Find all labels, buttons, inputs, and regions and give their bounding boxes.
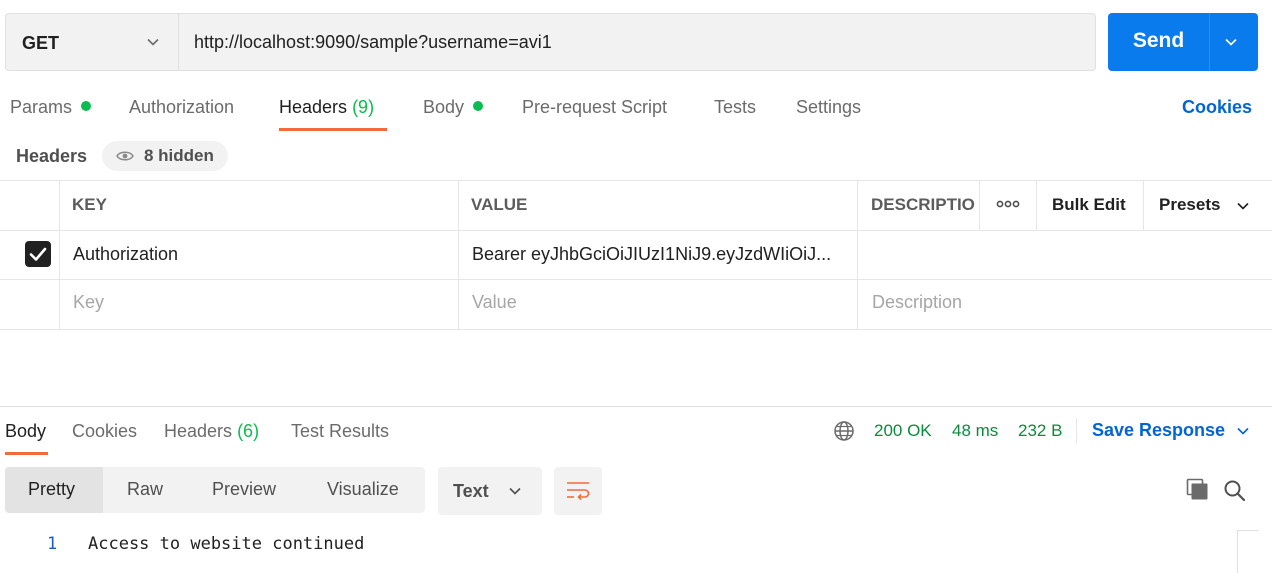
wrap-icon [566,480,590,502]
table-border [0,329,1272,330]
view-pretty-button[interactable]: Pretty [5,467,103,513]
table-border [0,279,1272,280]
search-icon[interactable] [1223,479,1247,503]
copy-icon[interactable] [1186,478,1210,502]
line-number: 1 [47,534,58,554]
tab-params[interactable]: Params [10,97,92,118]
pane-divider[interactable] [0,406,1272,407]
hidden-headers-toggle[interactable]: 8 hidden [102,141,228,171]
params-indicator-dot [81,101,92,111]
chevron-down-icon [146,35,160,49]
response-size[interactable]: 232 B [1018,421,1062,441]
tab-authorization[interactable]: Authorization [129,97,234,118]
response-time[interactable]: 48 ms [952,421,998,441]
status-divider [1076,418,1077,444]
response-headers-count: (6) [237,421,260,441]
new-key-input[interactable]: Key [73,292,104,313]
url-text: http://localhost:9090/sample?username=av… [194,32,552,52]
eye-icon [116,150,134,162]
table-border-top [0,180,1272,181]
view-preview-button[interactable]: Preview [212,479,276,500]
new-value-input[interactable]: Value [472,292,517,313]
headers-count: (9) [352,97,375,117]
send-options-chevron-icon[interactable] [1224,35,1238,49]
tab-pre-request-script[interactable]: Pre-request Script [522,97,667,118]
send-divider [1209,13,1210,71]
column-divider [1143,180,1144,230]
view-mode-group: Pretty Raw Preview Visualize [5,467,425,513]
column-divider [857,180,858,330]
column-header-description: DESCRIPTIO [871,195,975,214]
response-tab-body[interactable]: Body [5,421,46,442]
table-border [0,230,1272,231]
column-divider [1036,180,1037,230]
tab-settings[interactable]: Settings [796,97,861,118]
tab-body[interactable]: Body [423,97,484,118]
chevron-down-icon [1236,199,1250,213]
hidden-count: 8 hidden [144,146,214,165]
more-options-icon[interactable] [996,198,1020,210]
method-label: GET [22,33,60,53]
headers-section-title: Headers [16,146,88,166]
wrap-lines-button[interactable] [554,467,602,515]
active-tab-underline [279,128,387,131]
presets-dropdown[interactable]: Presets [1159,195,1220,215]
chevron-down-icon [508,484,522,498]
column-divider [458,180,459,330]
chevron-down-icon [1236,424,1250,438]
status-code[interactable]: 200 OK [874,421,932,441]
new-description-input[interactable]: Description [872,292,962,313]
send-button[interactable]: Send [1108,13,1258,71]
format-label: Text [453,481,489,501]
view-visualize-button[interactable]: Visualize [327,479,399,500]
view-raw-button[interactable]: Raw [127,479,163,500]
send-label: Send [1132,29,1185,52]
editor-scrollbar[interactable] [1237,530,1258,573]
url-input[interactable]: http://localhost:9090/sample?username=av… [178,13,1096,71]
method-select[interactable]: GET [5,13,178,71]
save-response-dropdown[interactable]: Save Response [1092,420,1225,441]
header-value-cell[interactable]: Bearer eyJhbGciOiJIUzI1NiJ9.eyJzdWIiOiJ.… [472,244,831,265]
column-header-key: KEY [72,195,107,214]
check-icon [29,247,47,261]
format-select[interactable]: Text [438,467,542,515]
row-enabled-checkbox[interactable] [25,241,51,267]
bulk-edit-button[interactable]: Bulk Edit [1052,195,1126,215]
column-header-value: VALUE [471,195,528,214]
tab-headers[interactable]: Headers (9) [279,97,374,118]
body-indicator-dot [473,101,484,111]
response-tab-test-results[interactable]: Test Results [291,421,389,442]
globe-icon[interactable] [833,420,855,442]
column-divider [59,180,60,330]
response-tab-cookies[interactable]: Cookies [72,421,137,442]
column-divider [979,180,980,230]
cookies-link[interactable]: Cookies [1182,97,1252,118]
tab-tests[interactable]: Tests [714,97,756,118]
header-key-cell[interactable]: Authorization [73,244,178,265]
response-tab-headers[interactable]: Headers (6) [164,421,259,442]
response-body-text[interactable]: Access to website continued [88,534,364,554]
response-tab-underline [5,452,48,455]
